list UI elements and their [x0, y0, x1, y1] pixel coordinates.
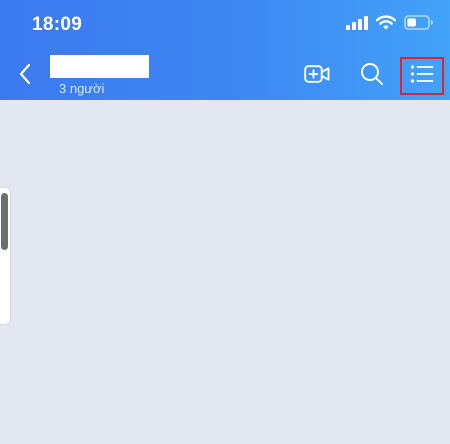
search-button[interactable]	[357, 61, 387, 91]
conversation-title-redacted	[50, 55, 149, 78]
signal-icon	[346, 15, 368, 35]
status-time: 18:09	[32, 14, 83, 35]
back-button[interactable]	[10, 60, 40, 92]
add-video-call-button[interactable]	[301, 61, 333, 91]
search-icon	[360, 62, 384, 91]
nav-bar: 3 người	[0, 52, 450, 100]
list-menu-button[interactable]	[400, 57, 444, 95]
chat-header: 18:09 3 người	[0, 0, 450, 100]
list-menu-icon	[410, 64, 434, 89]
battery-icon	[404, 15, 434, 35]
status-icons	[346, 15, 434, 35]
video-call-add-icon	[304, 64, 330, 89]
chevron-left-icon	[18, 63, 32, 90]
chat-content-area[interactable]	[0, 100, 450, 444]
scroll-thumb[interactable]	[1, 193, 8, 250]
status-bar: 18:09	[0, 0, 450, 52]
wifi-icon	[375, 15, 397, 35]
scroll-indicator[interactable]	[0, 188, 10, 324]
member-count: 3 người	[59, 81, 105, 96]
